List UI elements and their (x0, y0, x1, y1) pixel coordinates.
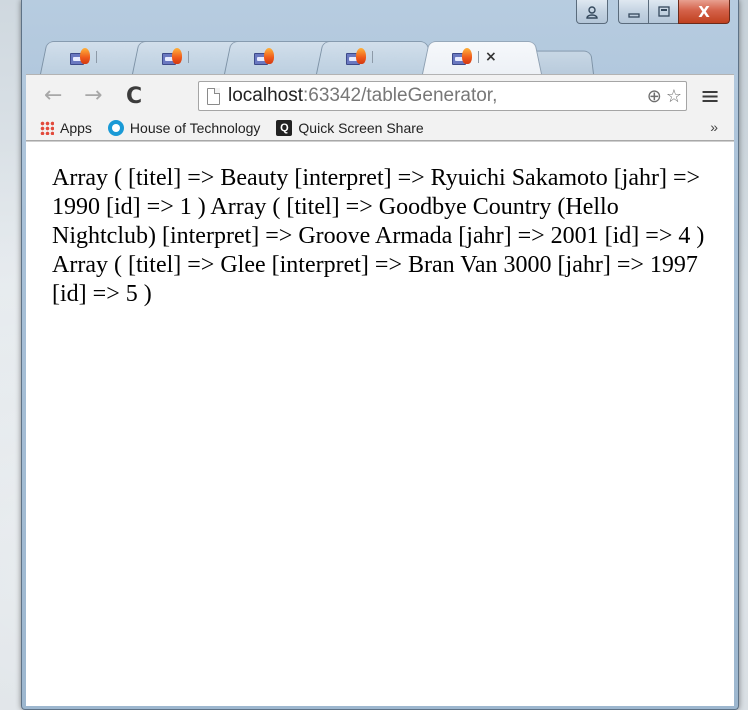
php-print-r-output: Array ( [titel] => Beauty [interpret] =>… (52, 165, 705, 307)
window-controls: X (576, 0, 730, 24)
browser-window: X × ← → C localhost:63342/tableGenerato… (21, 0, 739, 710)
back-button[interactable]: ← (44, 83, 62, 108)
minimize-button[interactable] (618, 0, 648, 24)
address-bar[interactable]: localhost:63342/tableGenerator, ⊕ ☆ (198, 81, 687, 111)
forward-button[interactable]: → (84, 83, 102, 108)
bookmark-label: House of Technology (129, 119, 261, 136)
bookmark-house-of-technology[interactable]: House of Technology (107, 119, 261, 136)
tab-divider (478, 51, 479, 63)
bookmark-quick-screen-share[interactable]: Q Quick Screen Share (276, 119, 424, 136)
bookmark-label: Quick Screen Share (298, 119, 424, 136)
close-icon: X (698, 2, 710, 21)
tab-divider (188, 51, 189, 63)
tab-active-content: × (452, 47, 497, 67)
bookmarks-overflow-icon[interactable]: » (710, 119, 718, 135)
phpstorm-icon (162, 48, 182, 65)
navigation-row: ← → C localhost:63342/tableGenerator, ⊕ … (26, 75, 734, 115)
tab-divider (96, 51, 97, 63)
tab-4-content (346, 47, 373, 67)
phpstorm-icon (346, 48, 366, 65)
user-icon[interactable] (576, 0, 608, 24)
bookmark-apps[interactable]: Apps (40, 120, 92, 136)
tab-3-content (254, 47, 274, 67)
apps-grid-icon (40, 120, 54, 135)
phpstorm-icon (254, 48, 274, 65)
omnibox-icons: ⊕ ☆ (647, 86, 682, 107)
maximize-icon (657, 5, 670, 17)
url-path: :63342/tableGenerator, (303, 85, 498, 106)
user-glyph (586, 5, 598, 19)
close-button[interactable]: X (678, 0, 730, 24)
phpstorm-icon (70, 48, 90, 65)
quick-screen-share-icon: Q (276, 119, 293, 136)
zoom-icon[interactable]: ⊕ (647, 86, 662, 107)
chrome-menu-icon[interactable]: ≡ (700, 82, 720, 110)
tab-4[interactable] (316, 41, 434, 74)
house-of-technology-icon (107, 119, 124, 136)
bookmark-star-icon[interactable]: ☆ (666, 86, 682, 107)
reload-button[interactable]: C (126, 84, 142, 109)
page-content: Array ( [titel] => Beauty [interpret] =>… (26, 141, 734, 706)
url-host: localhost (228, 85, 303, 106)
tab-2-content (162, 47, 189, 67)
tab-divider (372, 51, 373, 63)
bookmark-label: Apps (60, 119, 92, 136)
tab-1-content (70, 47, 97, 67)
browser-toolbar: ← → C localhost:63342/tableGenerator, ⊕ … (26, 74, 734, 141)
phpstorm-icon (452, 48, 472, 65)
tab-strip: × (40, 36, 600, 74)
maximize-button[interactable] (648, 0, 678, 24)
tab-close-icon[interactable]: × (485, 49, 497, 65)
minimize-icon (627, 12, 640, 18)
bookmarks-bar: Apps House of Technology Q Quick Screen … (26, 115, 734, 141)
page-icon (207, 87, 220, 105)
